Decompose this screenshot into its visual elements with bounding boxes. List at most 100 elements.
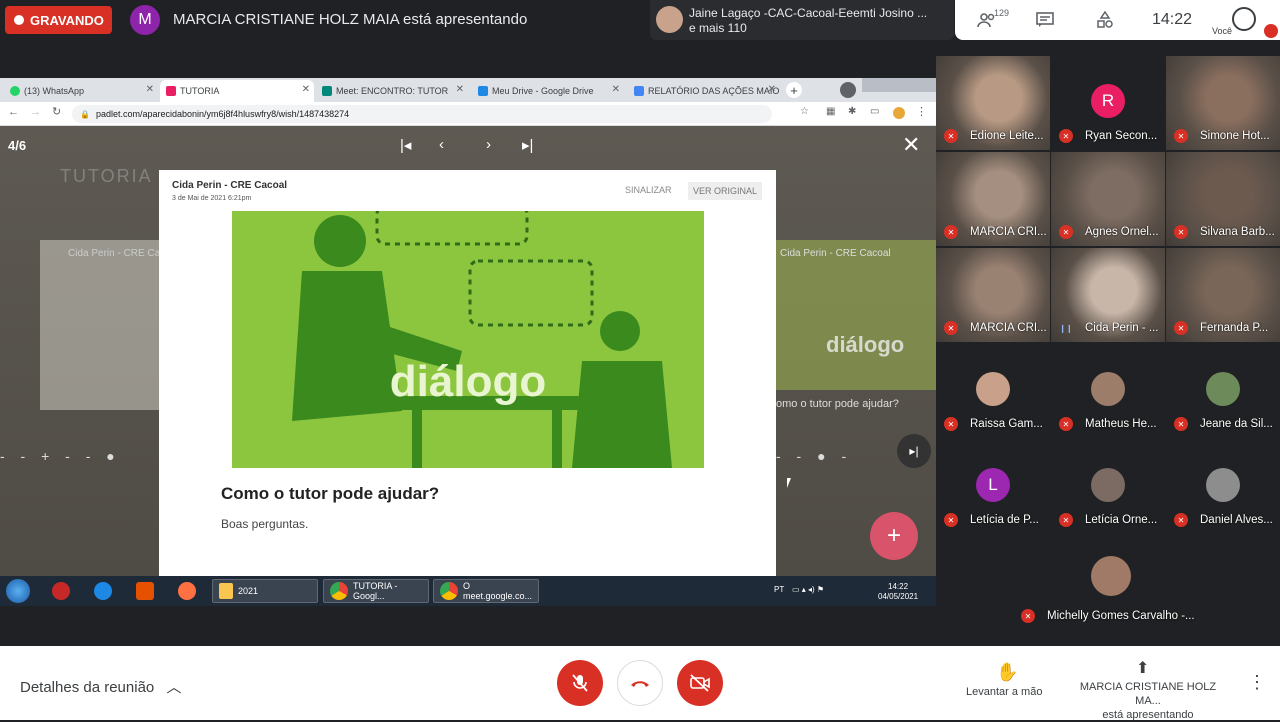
participant-tile[interactable]: ✕ Michelly Gomes Carvalho -... [1013, 536, 1203, 630]
next-card-preview[interactable] [776, 240, 936, 390]
mic-off-icon: ✕ [1059, 513, 1073, 527]
taskbar-time: 14:22 [888, 582, 909, 591]
next-card-author: Cida Perin - CRE Cacoal [780, 248, 891, 259]
puzzle-icon[interactable]: ✱ [848, 106, 856, 117]
new-tab-plus-icon[interactable]: + [786, 82, 802, 98]
taskbar-item-folder[interactable]: 2021 [212, 579, 318, 603]
last-post-icon[interactable]: ▸| [897, 434, 931, 468]
tray-icons[interactable]: ▭ ▴ ◂) ⚑ [792, 585, 824, 594]
prev-post-icon[interactable]: ‹ [439, 136, 444, 153]
antivirus-icon[interactable] [52, 582, 70, 600]
camera-off-button[interactable] [677, 660, 723, 706]
url-input[interactable]: 🔒 padlet.com/aparecidabonin/ym6j8f4hlusw… [72, 105, 772, 123]
cast-icon[interactable]: ▭ [870, 106, 879, 117]
browser-tab-bar: (13) WhatsApp ✕ TUTORIA ✕ Meet: ENCONTRO… [0, 78, 936, 102]
recording-dot-icon [14, 15, 24, 25]
participant-avatar [1091, 468, 1125, 502]
participant-tile[interactable]: ✕ Matheus He... [1051, 344, 1165, 438]
start-button[interactable] [6, 579, 30, 603]
chat-icon[interactable] [1032, 8, 1058, 32]
participant-name: MARCIA CRI... [970, 226, 1047, 238]
language-indicator[interactable]: PT [774, 585, 784, 594]
participant-name: Agnes Ornel... [1085, 226, 1159, 238]
speaking-indicator-icon: ❙❙ [1059, 323, 1073, 333]
present-screen-icon[interactable]: ⬆ [1136, 658, 1149, 678]
participant-tile[interactable]: ✕ Daniel Alves... [1166, 440, 1280, 534]
tab-search-icon[interactable] [840, 82, 856, 98]
browser-tab-docs[interactable]: RELATÓRIO DAS AÇÕES MAIO ✕ [628, 80, 780, 102]
leave-call-button[interactable] [617, 660, 663, 706]
taskbar-label: 2021 [238, 586, 259, 596]
padlet-icon [166, 86, 176, 96]
close-icon[interactable]: ✕ [302, 84, 310, 95]
first-post-icon[interactable]: |◂ [400, 136, 411, 154]
participant-tile[interactable]: ✕ Edione Leite... [936, 56, 1050, 150]
meeting-details-button[interactable]: Detalhes da reunião ︿ [20, 676, 181, 697]
post-body: Boas perguntas. [221, 517, 309, 531]
participant-name: Cida Perin - ... [1085, 322, 1159, 334]
mic-off-icon: ✕ [944, 321, 958, 335]
menu-dots-icon[interactable]: ⋮ [916, 105, 927, 118]
participant-tile[interactable]: ✕ MARCIA CRI... [936, 248, 1050, 342]
report-button[interactable]: SINALIZAR [625, 185, 672, 195]
taskbar-item-chrome-tutoria[interactable]: TUTORIA - Googl... [323, 579, 429, 603]
media-player-icon[interactable] [136, 582, 154, 600]
close-icon[interactable]: ✕ [902, 132, 920, 158]
post-card: Cida Perin - CRE Cacoal 3 de Mai de 2021… [159, 170, 776, 580]
participant-tile[interactable]: ✕ Silvana Barb... [1166, 152, 1280, 246]
chrome-icon [440, 582, 458, 600]
forward-arrow-icon[interactable]: → [30, 106, 41, 118]
browser-tab-tutoria[interactable]: TUTORIA ✕ [160, 80, 314, 102]
meet-icon [322, 86, 332, 96]
activities-icon[interactable] [1092, 8, 1118, 32]
next-post-icon[interactable]: › [486, 136, 491, 153]
participant-tile[interactable]: ✕ Letícia Orne... [1051, 440, 1165, 534]
internet-explorer-icon[interactable] [94, 582, 112, 600]
chevron-up-icon: ︿ [166, 679, 182, 696]
participant-tile[interactable]: ❙❙ Cida Perin - ... [1051, 248, 1165, 342]
participant-tile[interactable]: ✕ Simone Hot... [1166, 56, 1280, 150]
back-arrow-icon[interactable]: ← [8, 106, 19, 118]
view-original-button[interactable]: VER ORIGINAL [688, 182, 762, 200]
last-post-nav-icon[interactable]: ▸| [522, 136, 533, 154]
add-post-button[interactable]: + [870, 512, 918, 560]
window-controls[interactable] [862, 78, 936, 92]
participant-name: Silvana Barb... [1200, 226, 1275, 238]
mic-off-icon: ✕ [1059, 129, 1073, 143]
close-icon[interactable]: ✕ [768, 84, 776, 95]
raise-hand-icon[interactable]: ✋ [996, 662, 1018, 683]
taskbar-item-chrome-meet[interactable]: O meet.google.co... [433, 579, 539, 603]
participant-name: Fernanda P... [1200, 322, 1269, 334]
reload-icon[interactable]: ↻ [52, 105, 61, 118]
close-icon[interactable]: ✕ [612, 84, 620, 95]
participant-tile[interactable]: R ✕ Ryan Secon... [1051, 56, 1165, 150]
participant-name: Daniel Alves... [1200, 514, 1273, 526]
profile-icon[interactable] [893, 107, 905, 119]
prev-card-preview[interactable] [40, 240, 160, 410]
participant-tile[interactable]: ✕ Raissa Gam... [936, 344, 1050, 438]
more-options-icon[interactable]: ⋮ [1248, 672, 1266, 693]
close-icon[interactable]: ✕ [456, 84, 464, 95]
taskbar-date: 04/05/2021 [878, 592, 919, 601]
participant-tile[interactable]: ✕ Fernanda P... [1166, 248, 1280, 342]
participant-tile[interactable]: ✕ MARCIA CRI... [936, 152, 1050, 246]
participant-tile[interactable]: ✕ Jeane da Sil... [1166, 344, 1280, 438]
participant-tile[interactable]: L ✕ Letícia de P... [936, 440, 1050, 534]
mouse-cursor [787, 478, 795, 488]
raise-hand-label[interactable]: Levantar a mão [966, 686, 1042, 698]
mic-off-icon: ✕ [1174, 417, 1188, 431]
firefox-icon[interactable] [178, 582, 196, 600]
participant-name: Michelly Gomes Carvalho -... [1047, 610, 1195, 622]
extension-icon[interactable]: ▦ [826, 106, 835, 117]
post-position: 4/6 [8, 138, 27, 153]
browser-tab-whatsapp[interactable]: (13) WhatsApp ✕ [4, 80, 158, 102]
participant-tile[interactable]: ✕ Agnes Ornel... [1051, 152, 1165, 246]
presenting-info[interactable]: MARCIA CRISTIANE HOLZ MA... está apresen… [1068, 680, 1228, 722]
bookmark-star-icon[interactable]: ☆ [800, 106, 809, 117]
mic-off-button[interactable] [557, 660, 603, 706]
taskbar-clock[interactable]: 14:22 04/05/2021 [878, 582, 918, 602]
self-avatar[interactable] [1232, 7, 1256, 31]
close-icon[interactable]: ✕ [146, 84, 154, 95]
browser-tab-drive[interactable]: Meu Drive - Google Drive ✕ [472, 80, 624, 102]
browser-tab-meet[interactable]: Meet: ENCONTRO: TUTOR ✕ [316, 80, 468, 102]
